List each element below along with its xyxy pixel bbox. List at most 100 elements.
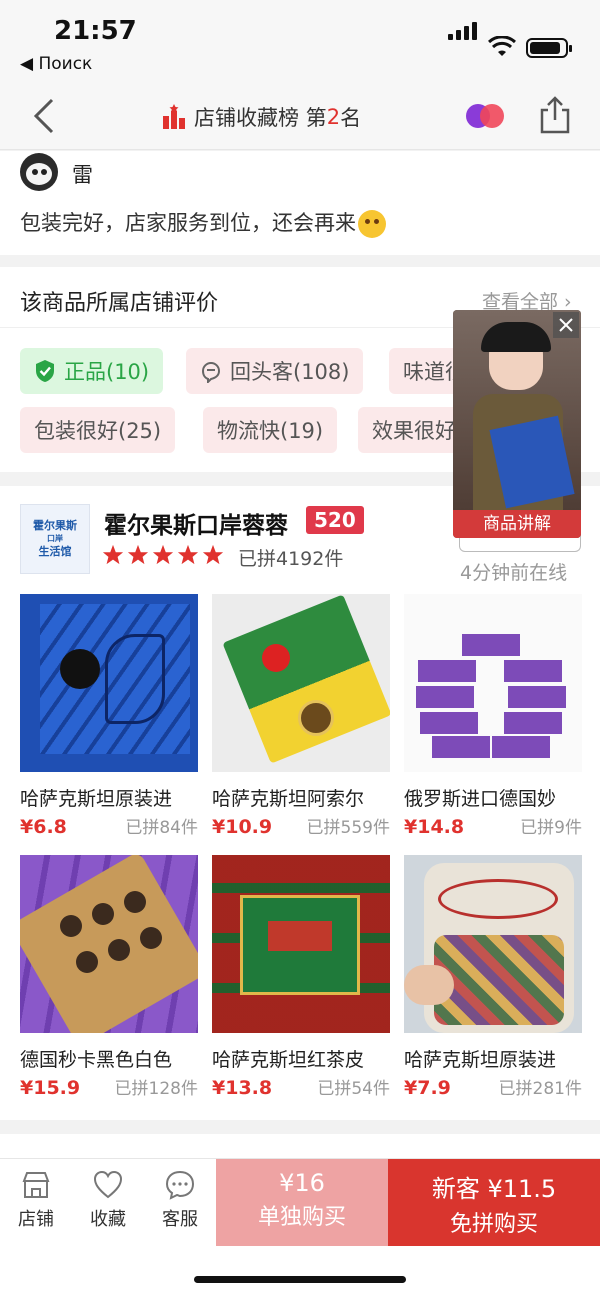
single-label: 单独购买 xyxy=(257,1205,346,1230)
review-tag-packaging[interactable]: 包装很好(25) xyxy=(20,407,176,453)
shield-check-icon xyxy=(36,360,54,382)
shop-section: 霍尔果斯 口岸 生活馆 霍尔果斯口岸蓉蓉 520 已拼4192件 4分钟前在线 … xyxy=(0,486,600,1120)
wifi-icon xyxy=(488,36,516,56)
product-name: 哈萨克斯坦红茶皮 xyxy=(212,1049,365,1071)
product-price: ¥7.9 xyxy=(404,1077,451,1099)
product-sold: 已拼54件 xyxy=(317,1079,390,1099)
product-price: ¥14.8 xyxy=(404,816,465,838)
reviewer-avatar xyxy=(20,153,58,191)
product-card[interactable]: 哈萨克斯坦原装进 ¥7.9 已拼281件 xyxy=(404,855,582,1099)
battery-icon xyxy=(526,38,572,58)
bottom-bar: 店铺 收藏 客服 ¥16 单独购买 新客 ¥11.5 免拼购买 xyxy=(0,1158,600,1246)
tag-label: 包装很好(25) xyxy=(34,419,162,443)
star-icon xyxy=(177,544,199,565)
review-text-block: 包装完好，店家服务到位，还会再来 xyxy=(20,207,386,238)
review-tag-repeat-customer[interactable]: 回头客(108) xyxy=(186,348,364,394)
close-icon xyxy=(559,318,573,332)
tag-label: 效果很好 xyxy=(372,419,456,443)
product-price: ¥10.9 xyxy=(212,816,273,838)
product-image xyxy=(404,594,582,772)
product-sold: 已拼84件 xyxy=(125,818,198,838)
product-name: 哈萨克斯坦阿索尔 xyxy=(212,788,365,810)
shop-logo-line: 生活馆 xyxy=(38,545,72,558)
tag-label: 回头客(108) xyxy=(230,360,350,384)
review-tag-authentic[interactable]: 正品(10) xyxy=(20,348,164,394)
product-card[interactable]: 哈萨克斯坦阿索尔 ¥10.9 已拼559件 xyxy=(212,594,390,838)
heart-icon xyxy=(93,1170,123,1199)
product-image xyxy=(212,855,390,1033)
shop-logo[interactable]: 霍尔果斯 口岸 生活馆 xyxy=(20,504,90,574)
shop-online-status: 4分钟前在线 xyxy=(460,562,568,584)
status-bar: 21:57 ◀ Поиск xyxy=(0,0,600,80)
page: 21:57 ◀ Поиск 店铺收藏榜 第2名 雷 包装完好，店家服务到位，还会… xyxy=(0,0,600,1298)
product-price: ¥13.8 xyxy=(212,1077,273,1099)
product-price: ¥6.8 xyxy=(20,816,67,838)
product-image xyxy=(212,594,390,772)
favorite-tab-label: 收藏 xyxy=(90,1209,126,1230)
buy-alone-button[interactable]: ¥16 单独购买 xyxy=(216,1159,388,1246)
product-sold: 已拼9件 xyxy=(520,818,582,838)
emoji-icon xyxy=(358,210,386,238)
customer-service-tab-label: 客服 xyxy=(162,1209,198,1230)
shop-name[interactable]: 霍尔果斯口岸蓉蓉 xyxy=(104,506,288,540)
footer-area xyxy=(0,1246,600,1298)
review-tag-fast-shipping[interactable]: 物流快(19) xyxy=(203,407,338,453)
close-video-button[interactable] xyxy=(553,312,579,338)
video-label: 商品讲解 xyxy=(453,510,581,538)
store-ranking-title[interactable]: 店铺收藏榜 第2名 xyxy=(162,102,361,132)
presenter-hair xyxy=(481,322,551,352)
home-indicator[interactable] xyxy=(194,1276,406,1283)
star-icon xyxy=(152,544,174,565)
group-buy-button[interactable]: 新客 ¥11.5 免拼购买 xyxy=(388,1159,600,1246)
product-sold: 已拼128件 xyxy=(114,1079,198,1099)
review-card: 雷 包装完好，店家服务到位，还会再来 xyxy=(0,151,600,255)
product-name: 哈萨克斯坦原装进 xyxy=(20,788,173,810)
shop-logo-line: 口岸 xyxy=(47,534,63,543)
product-image xyxy=(20,594,198,772)
shop-badge: 520 xyxy=(306,506,364,534)
ranking-icon xyxy=(163,104,185,129)
tag-label: 正品(10) xyxy=(64,360,150,384)
product-video-popup[interactable]: 商品讲解 xyxy=(453,310,581,538)
reviewer-name: 雷 xyxy=(72,163,93,187)
video-circles-icon[interactable] xyxy=(464,102,506,130)
product-card[interactable]: 俄罗斯进口德国妙 ¥14.8 已拼9件 xyxy=(404,594,582,838)
nav-bar: 店铺收藏榜 第2名 xyxy=(0,80,600,150)
product-image xyxy=(404,855,582,1033)
product-sold: 已拼281件 xyxy=(498,1079,582,1099)
product-card[interactable]: 哈萨克斯坦原装进 ¥6.8 已拼84件 xyxy=(20,594,198,838)
product-image xyxy=(20,855,198,1033)
shop-rating-stars xyxy=(102,544,224,566)
star-icon xyxy=(102,544,124,565)
store-tab-label: 店铺 xyxy=(18,1209,54,1230)
product-card[interactable]: 德国秒卡黑色白色 ¥15.9 已拼128件 xyxy=(20,855,198,1099)
store-reviews-title: 该商品所属店铺评价 xyxy=(20,291,219,316)
group-label: 免拼购买 xyxy=(449,1212,538,1237)
tag-label: 物流快(19) xyxy=(217,419,324,443)
product-card[interactable]: 哈萨克斯坦红茶皮 ¥13.8 已拼54件 xyxy=(212,855,390,1099)
customer-service-tab[interactable]: 客服 xyxy=(150,1169,210,1231)
back-to-search-link[interactable]: ◀ Поиск xyxy=(20,54,92,74)
back-arrow-icon[interactable] xyxy=(30,98,60,134)
star-icon xyxy=(202,544,224,565)
single-price: ¥16 xyxy=(279,1169,325,1197)
product-price: ¥15.9 xyxy=(20,1077,81,1099)
share-icon[interactable] xyxy=(536,96,574,134)
repeat-customer-icon xyxy=(201,362,221,383)
group-price: 新客 ¥11.5 xyxy=(431,1175,557,1203)
nav-title-suffix: 名 xyxy=(340,106,362,130)
nav-title-prefix: 店铺收藏榜 第 xyxy=(194,106,327,130)
shop-logo-line: 霍尔果斯 xyxy=(33,519,77,532)
chat-bubble-icon xyxy=(165,1170,195,1200)
product-sold: 已拼559件 xyxy=(306,818,390,838)
product-name: 哈萨克斯坦原装进 xyxy=(404,1049,557,1071)
status-time: 21:57 xyxy=(54,16,137,46)
store-tab[interactable]: 店铺 xyxy=(6,1169,66,1231)
nav-rank-number: 2 xyxy=(326,105,341,129)
shop-sold-count: 已拼4192件 xyxy=(238,548,344,570)
favorite-tab[interactable]: 收藏 xyxy=(78,1169,138,1231)
product-name: 俄罗斯进口德国妙 xyxy=(404,788,557,810)
product-name: 德国秒卡黑色白色 xyxy=(20,1049,173,1071)
store-icon xyxy=(22,1172,50,1198)
review-text: 包装完好，店家服务到位，还会再来 xyxy=(20,211,356,235)
